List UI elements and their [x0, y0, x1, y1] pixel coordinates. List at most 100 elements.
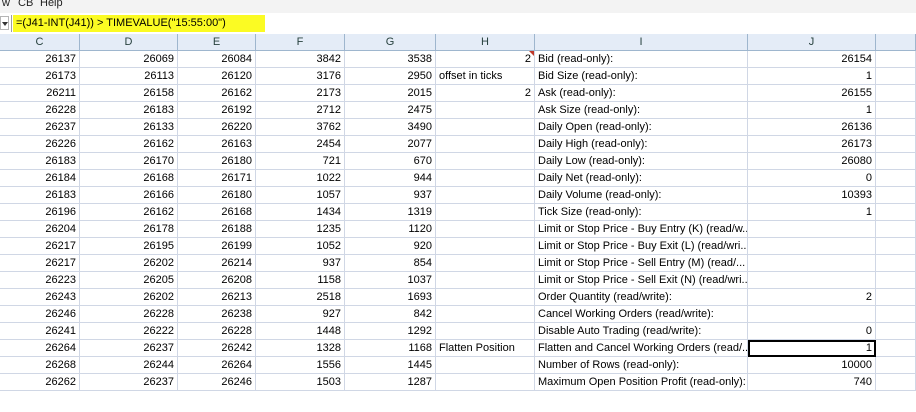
cell-d[interactable]: 26183 [80, 102, 178, 119]
cell-g[interactable]: 2077 [345, 136, 436, 153]
cell-j[interactable]: 0 [748, 170, 876, 187]
cell-j[interactable]: 26155 [748, 85, 876, 102]
cell-g[interactable]: 920 [345, 238, 436, 255]
cell-d[interactable]: 26113 [80, 68, 178, 85]
cell-i[interactable]: Disable Auto Trading (read/write): [535, 323, 748, 340]
cell-j[interactable]: 2 [748, 289, 876, 306]
cell-d[interactable]: 26244 [80, 357, 178, 374]
cell-j[interactable]: 1 [748, 102, 876, 119]
cell-i[interactable]: Bid (read-only): [535, 51, 748, 68]
formula-input[interactable]: =(J41-INT(J41)) > TIMEVALUE("15:55:00") [13, 15, 265, 32]
cell-i[interactable]: Ask (read-only): [535, 85, 748, 102]
cell-j[interactable] [748, 272, 876, 289]
cell-c[interactable]: 26226 [0, 136, 80, 153]
cell-d[interactable]: 26222 [80, 323, 178, 340]
cell-f[interactable]: 1052 [256, 238, 345, 255]
cell-h[interactable]: Flatten Position [436, 340, 535, 357]
cell-i[interactable]: Daily Open (read-only): [535, 119, 748, 136]
cell-f[interactable]: 1235 [256, 221, 345, 238]
cell-h[interactable] [436, 272, 535, 289]
cell-g[interactable]: 1168 [345, 340, 436, 357]
cell-i[interactable]: Daily Net (read-only): [535, 170, 748, 187]
cell-c[interactable]: 26217 [0, 255, 80, 272]
cell-f[interactable]: 1158 [256, 272, 345, 289]
cell-g[interactable]: 1445 [345, 357, 436, 374]
cell-d[interactable]: 26195 [80, 238, 178, 255]
cell-c[interactable]: 26223 [0, 272, 80, 289]
cell-j[interactable] [748, 306, 876, 323]
cell-g[interactable]: 842 [345, 306, 436, 323]
cell-f[interactable]: 3762 [256, 119, 345, 136]
cell-h[interactable] [436, 238, 535, 255]
cell-d[interactable]: 26069 [80, 51, 178, 68]
cell-g[interactable]: 1292 [345, 323, 436, 340]
cell-g[interactable]: 1037 [345, 272, 436, 289]
cell-f[interactable]: 721 [256, 153, 345, 170]
cell-d[interactable]: 26237 [80, 340, 178, 357]
cell-g[interactable]: 2015 [345, 85, 436, 102]
cell-h[interactable] [436, 374, 535, 391]
cell-c[interactable]: 26246 [0, 306, 80, 323]
cell-h[interactable] [436, 306, 535, 323]
cell-f[interactable]: 3176 [256, 68, 345, 85]
cell-j[interactable] [748, 221, 876, 238]
cell-h[interactable] [436, 153, 535, 170]
cell-j[interactable]: 740 [748, 374, 876, 391]
cell-g[interactable]: 1287 [345, 374, 436, 391]
cell-e[interactable]: 26120 [178, 68, 256, 85]
column-header-d[interactable]: D [80, 34, 178, 51]
cell-h[interactable]: 2 [436, 51, 535, 68]
cell-g[interactable]: 2475 [345, 102, 436, 119]
cell-e[interactable]: 26228 [178, 323, 256, 340]
menu-item-view[interactable]: w [2, 0, 10, 9]
cell-h[interactable] [436, 221, 535, 238]
cell-e[interactable]: 26246 [178, 374, 256, 391]
cell-c[interactable]: 26217 [0, 238, 80, 255]
cell-d[interactable]: 26202 [80, 289, 178, 306]
cell-h[interactable] [436, 357, 535, 374]
cell-e[interactable]: 26084 [178, 51, 256, 68]
cell-i[interactable]: Daily Low (read-only): [535, 153, 748, 170]
cell-c[interactable]: 26241 [0, 323, 80, 340]
cell-i[interactable]: Limit or Stop Price - Sell Exit (N) (rea… [535, 272, 748, 289]
cell-e[interactable]: 26192 [178, 102, 256, 119]
cell-f[interactable]: 3842 [256, 51, 345, 68]
column-header-j[interactable]: J [748, 34, 876, 51]
cell-f[interactable]: 1022 [256, 170, 345, 187]
cell-h[interactable] [436, 323, 535, 340]
column-header-e[interactable]: E [178, 34, 256, 51]
cell-d[interactable]: 26162 [80, 204, 178, 221]
cell-d[interactable]: 26162 [80, 136, 178, 153]
cell-d[interactable]: 26205 [80, 272, 178, 289]
cell-f[interactable]: 1503 [256, 374, 345, 391]
cell-j[interactable] [748, 255, 876, 272]
cell-c[interactable]: 26228 [0, 102, 80, 119]
cell-c[interactable]: 26137 [0, 51, 80, 68]
menu-item-help[interactable]: Help [40, 0, 63, 9]
cell-j[interactable]: 1 [748, 340, 876, 357]
cell-i[interactable]: Tick Size (read-only): [535, 204, 748, 221]
cell-e[interactable]: 26180 [178, 187, 256, 204]
cell-i[interactable]: Number of Rows (read-only): [535, 357, 748, 374]
cell-d[interactable]: 26228 [80, 306, 178, 323]
column-header-h[interactable]: H [436, 34, 535, 51]
cell-g[interactable]: 1693 [345, 289, 436, 306]
cell-d[interactable]: 26168 [80, 170, 178, 187]
column-header-i[interactable]: I [535, 34, 748, 51]
cell-c[interactable]: 26237 [0, 119, 80, 136]
column-header-f[interactable]: F [256, 34, 345, 51]
cell-g[interactable]: 1319 [345, 204, 436, 221]
cell-e[interactable]: 26163 [178, 136, 256, 153]
cell-e[interactable]: 26168 [178, 204, 256, 221]
cell-j[interactable]: 1 [748, 68, 876, 85]
cell-f[interactable]: 1057 [256, 187, 345, 204]
cell-g[interactable]: 944 [345, 170, 436, 187]
cell-h[interactable] [436, 204, 535, 221]
cell-i[interactable]: Flatten and Cancel Working Orders (read/… [535, 340, 748, 357]
cell-c[interactable]: 26264 [0, 340, 80, 357]
cell-c[interactable]: 26204 [0, 221, 80, 238]
cell-c[interactable]: 26211 [0, 85, 80, 102]
cell-h[interactable] [436, 289, 535, 306]
cell-e[interactable]: 26214 [178, 255, 256, 272]
cell-i[interactable]: Limit or Stop Price - Buy Exit (L) (read… [535, 238, 748, 255]
